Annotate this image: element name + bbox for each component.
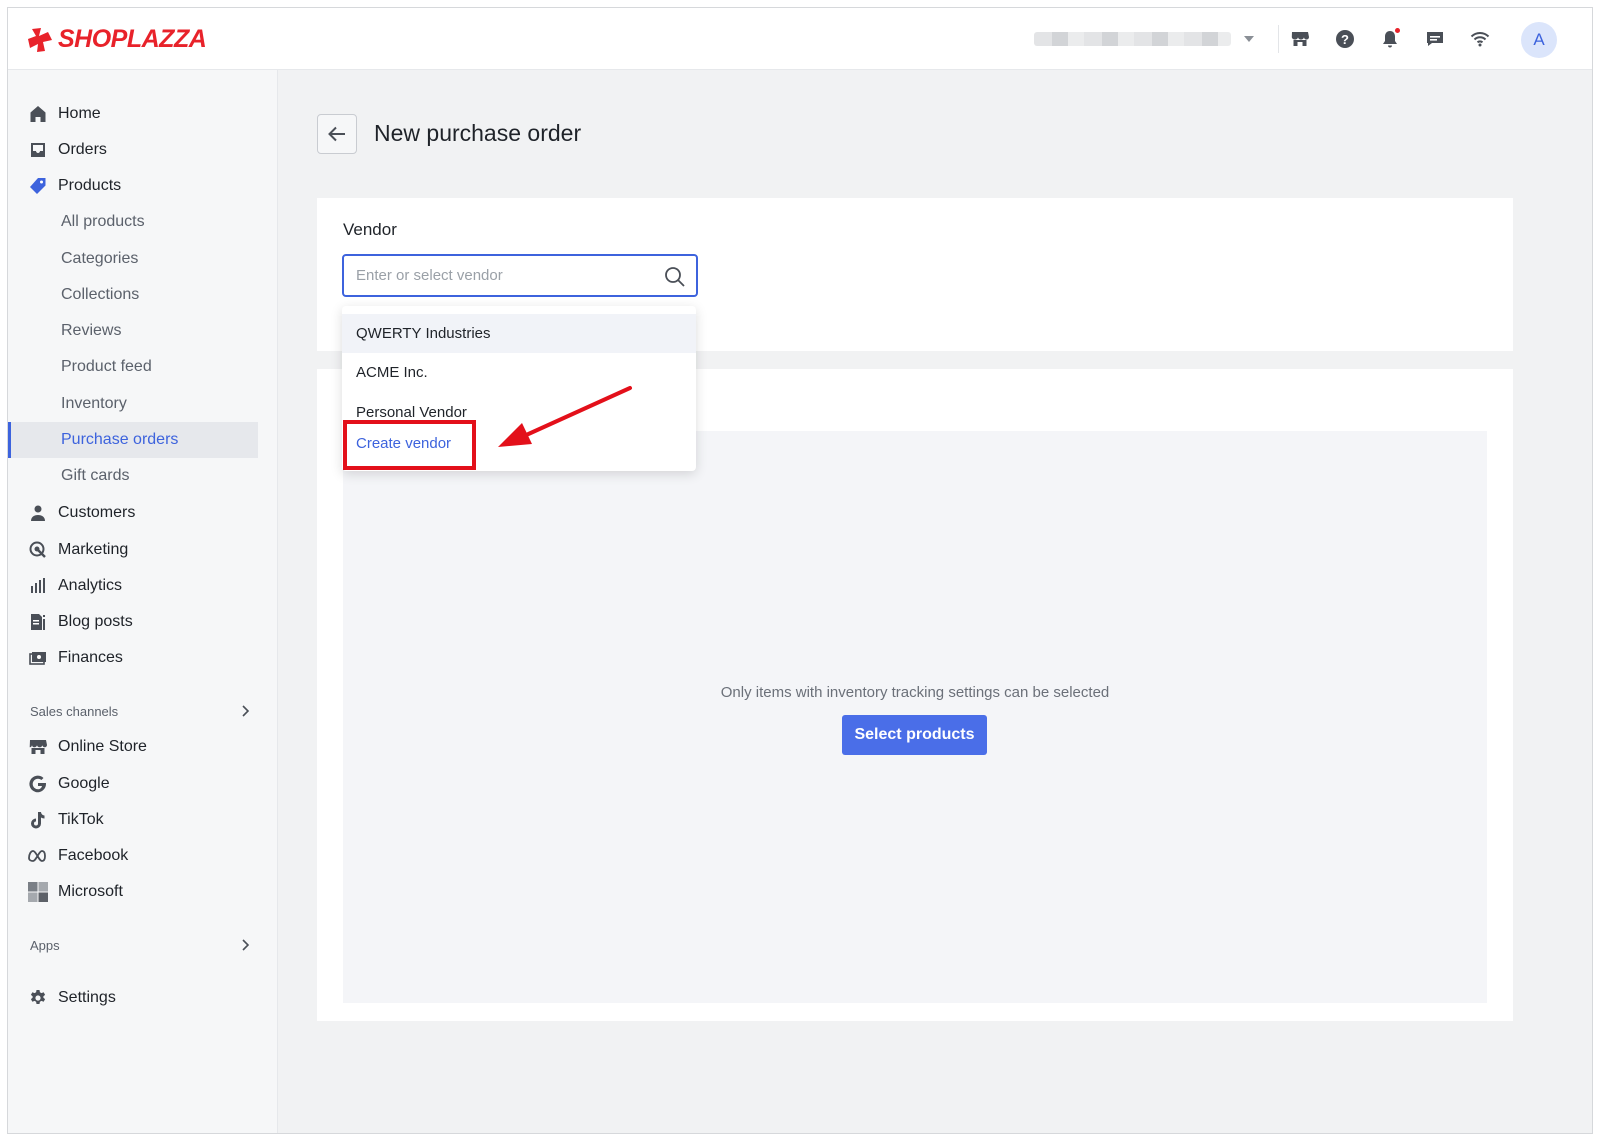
sidebar-subitem-label: Reviews bbox=[61, 322, 122, 339]
empty-state-hint: Only items with inventory tracking setti… bbox=[720, 684, 1110, 701]
sidebar-subitem-label: Product feed bbox=[61, 358, 152, 375]
sidebar-item-label: Finances bbox=[58, 649, 123, 666]
sidebar-subitem-label: Purchase orders bbox=[61, 431, 179, 448]
sidebar-item-label: Home bbox=[58, 105, 101, 122]
sidebar-item-finances[interactable]: Finances bbox=[8, 640, 258, 676]
sidebar-item-customers[interactable]: Customers bbox=[8, 495, 258, 531]
inbox-icon bbox=[27, 139, 49, 161]
sidebar-item-label: Facebook bbox=[58, 847, 129, 864]
app-window: SHOPLAZZA ? A Home Orders Products All p… bbox=[7, 7, 1593, 1134]
store-icon bbox=[27, 736, 49, 758]
sidebar-item-label: Products bbox=[58, 177, 122, 194]
back-button[interactable] bbox=[317, 114, 357, 154]
sidebar-item-label: Marketing bbox=[58, 541, 129, 558]
vendor-search-field[interactable] bbox=[342, 254, 698, 297]
help-icon[interactable]: ? bbox=[1333, 27, 1357, 51]
header-divider bbox=[1278, 25, 1279, 53]
vendor-label: Vendor bbox=[343, 220, 397, 239]
bar-chart-icon bbox=[27, 575, 49, 597]
sidebar-subitem-product-feed[interactable]: Product feed bbox=[8, 349, 258, 385]
store-name bbox=[1034, 32, 1231, 46]
chevron-right-icon bbox=[242, 705, 250, 717]
finance-icon bbox=[27, 647, 49, 669]
sidebar-item-microsoft[interactable]: Microsoft bbox=[8, 874, 258, 910]
chevron-right-icon bbox=[242, 939, 250, 951]
sidebar-item-home[interactable]: Home bbox=[8, 96, 258, 132]
sidebar-subitem-label: All products bbox=[61, 213, 145, 230]
sidebar-subitem-label: Gift cards bbox=[61, 467, 130, 484]
sidebar-item-label: Settings bbox=[58, 989, 116, 1006]
sidebar: Home Orders Products All products Catego… bbox=[8, 70, 278, 1133]
wifi-icon[interactable] bbox=[1468, 27, 1492, 51]
sidebar-item-marketing[interactable]: Marketing bbox=[8, 532, 258, 568]
sidebar-item-label: Microsoft bbox=[58, 883, 123, 900]
home-icon bbox=[27, 103, 49, 125]
sidebar-item-tiktok[interactable]: TikTok bbox=[8, 802, 258, 838]
sidebar-item-facebook[interactable]: Facebook bbox=[8, 838, 258, 874]
sidebar-subitem-reviews[interactable]: Reviews bbox=[8, 313, 258, 349]
products-empty-state: Only items with inventory tracking setti… bbox=[343, 431, 1487, 1003]
tag-icon bbox=[27, 175, 49, 197]
sidebar-item-label: Analytics bbox=[58, 577, 123, 594]
notification-dot bbox=[1395, 28, 1400, 33]
svg-text:?: ? bbox=[1341, 32, 1349, 47]
google-icon bbox=[27, 773, 49, 795]
meta-icon bbox=[27, 845, 49, 867]
search-icon[interactable] bbox=[664, 266, 686, 288]
annotation-arrow-icon bbox=[498, 386, 632, 447]
select-products-button[interactable]: Select products bbox=[842, 715, 987, 755]
microsoft-icon bbox=[27, 881, 49, 903]
section-label: Sales channels bbox=[30, 703, 119, 719]
section-label: Apps bbox=[30, 937, 60, 953]
marketing-icon bbox=[27, 539, 49, 561]
chat-icon[interactable] bbox=[1423, 27, 1447, 51]
sidebar-item-online-store[interactable]: Online Store bbox=[8, 729, 258, 765]
sidebar-item-analytics[interactable]: Analytics bbox=[8, 568, 258, 604]
annotation-highlight-box bbox=[343, 420, 476, 470]
sidebar-item-label: Blog posts bbox=[58, 613, 133, 630]
blog-icon bbox=[27, 611, 49, 633]
sidebar-subitem-label: Collections bbox=[61, 286, 140, 303]
sidebar-subitem-purchase-orders[interactable]: Purchase orders bbox=[8, 422, 258, 458]
brand-name: SHOPLAZZA bbox=[58, 25, 207, 53]
vendor-input[interactable] bbox=[356, 267, 646, 284]
bell-icon[interactable] bbox=[1378, 27, 1402, 51]
sidebar-item-blog-posts[interactable]: Blog posts bbox=[8, 604, 258, 640]
sidebar-subitem-inventory[interactable]: Inventory bbox=[8, 386, 258, 422]
top-bar: SHOPLAZZA ? A bbox=[8, 8, 1592, 70]
logo-mark-icon bbox=[28, 27, 52, 52]
shoplazza-logo[interactable]: SHOPLAZZA bbox=[28, 25, 207, 54]
vendor-option[interactable]: QWERTY Industries bbox=[342, 314, 696, 353]
sidebar-subitem-categories[interactable]: Categories bbox=[8, 241, 258, 277]
store-switcher[interactable] bbox=[1034, 28, 1264, 50]
store-icon[interactable] bbox=[1288, 27, 1312, 51]
sidebar-subitem-gift-cards[interactable]: Gift cards bbox=[8, 458, 258, 494]
person-icon bbox=[27, 502, 49, 524]
sidebar-item-label: Online Store bbox=[58, 738, 147, 755]
page-title: New purchase order bbox=[374, 120, 582, 146]
chevron-down-icon bbox=[1244, 36, 1254, 42]
sales-channels-section[interactable]: Sales channels bbox=[30, 700, 250, 722]
sidebar-item-settings[interactable]: Settings bbox=[8, 980, 258, 1016]
sidebar-item-label: Google bbox=[58, 775, 110, 792]
gear-icon bbox=[27, 987, 49, 1009]
sidebar-subitem-collections[interactable]: Collections bbox=[8, 277, 258, 313]
sidebar-item-google[interactable]: Google bbox=[8, 766, 258, 802]
tiktok-icon bbox=[27, 809, 49, 831]
sidebar-subitem-label: Inventory bbox=[61, 395, 127, 412]
avatar[interactable]: A bbox=[1521, 22, 1557, 58]
arrow-left-icon bbox=[328, 126, 345, 142]
sidebar-subitem-all-products[interactable]: All products bbox=[8, 204, 258, 240]
sidebar-item-label: Orders bbox=[58, 141, 107, 158]
sidebar-item-orders[interactable]: Orders bbox=[8, 132, 258, 168]
sidebar-item-products[interactable]: Products bbox=[8, 168, 258, 204]
sidebar-subitem-label: Categories bbox=[61, 250, 139, 267]
sidebar-item-label: Customers bbox=[58, 504, 136, 521]
sidebar-item-label: TikTok bbox=[58, 811, 104, 828]
apps-section[interactable]: Apps bbox=[30, 934, 250, 956]
